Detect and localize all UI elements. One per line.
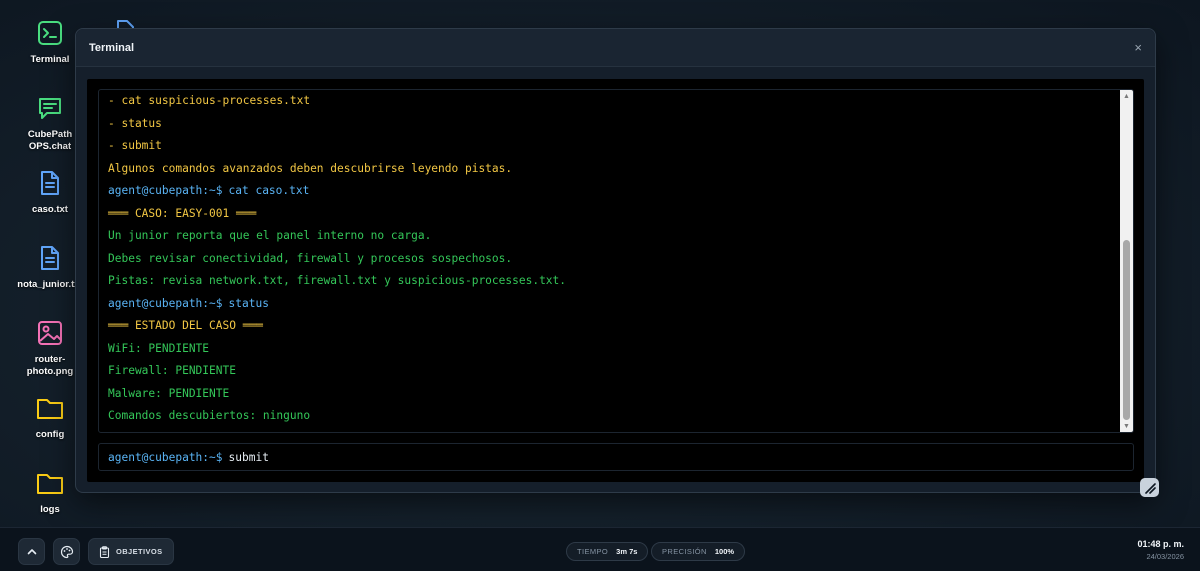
terminal-line: ═══ ESTADO DEL CASO ═══	[108, 319, 263, 332]
objectives-label: OBJETIVOS	[116, 547, 163, 556]
terminal-line: Firewall: PENDIENTE	[108, 364, 236, 377]
chevron-up-icon	[27, 548, 36, 554]
desktop-icon-label: router-photo.png	[26, 354, 74, 377]
terminal-line: agent@cubepath:~$ cat caso.txt	[108, 183, 1133, 206]
line-command: cat caso.txt	[228, 184, 310, 197]
terminal-body: - cat suspicious-processes.txt - status - …	[87, 79, 1144, 482]
line-prompt: agent@cubepath:~$	[108, 296, 223, 310]
terminal-line: Comandos descubiertos: ninguno	[108, 409, 311, 422]
time-value: 3m 7s	[616, 547, 638, 556]
terminal-lines: - cat suspicious-processes.txt - status - …	[99, 90, 1133, 431]
chevron-up-button[interactable]	[18, 538, 45, 565]
terminal-line: ═══ CASO: EASY-001 ═══	[108, 206, 257, 220]
precision-label: PRECISIÓN	[662, 547, 707, 556]
precision-value: 100%	[714, 547, 735, 556]
precision-pill: PRECISIÓN 100%	[651, 542, 746, 561]
desktop-icon-label: logs	[40, 504, 60, 515]
resize-handle-icon[interactable]	[1140, 478, 1159, 497]
folder-icon	[35, 393, 65, 423]
scroll-down-icon[interactable]: ▼	[1120, 420, 1133, 432]
file-icon	[35, 168, 65, 198]
terminal-line: Debes revisar conectividad, firewall y p…	[108, 251, 513, 265]
objectives-button[interactable]: OBJETIVOS	[88, 538, 174, 565]
terminal-line: Algunos comandos avanzados deben descubr…	[108, 161, 513, 175]
scrollbar-thumb[interactable]	[1123, 240, 1130, 420]
time-label: TIEMPO	[577, 547, 609, 556]
clock-time: 01:48 p. m.	[1137, 539, 1184, 549]
file-icon	[35, 243, 65, 273]
window-titlebar[interactable]: Terminal ×	[76, 29, 1155, 67]
terminal-line: Malware: PENDIENTE	[108, 386, 230, 400]
scroll-up-icon[interactable]: ▲	[1120, 90, 1133, 102]
terminal-line: WiFi: PENDIENTE	[108, 341, 210, 355]
taskbar: OBJETIVOS TIEMPO 3m 7s PRECISIÓN 100% 01…	[0, 527, 1200, 571]
terminal-output: - cat suspicious-processes.txt - status - …	[98, 89, 1134, 433]
line-command: status	[228, 296, 269, 310]
terminal-line: - submit	[108, 139, 162, 152]
time-pill: TIEMPO 3m 7s	[566, 542, 649, 561]
terminal-input[interactable]: agent@cubepath:~$ submit	[98, 443, 1134, 471]
desktop-icon-label: CubePath OPS.chat	[27, 129, 73, 152]
terminal-window: Terminal × - cat suspicious-processes.tx…	[75, 28, 1156, 493]
vertical-scrollbar[interactable]: ▲ ▼	[1120, 90, 1133, 432]
terminal-line: agent@cubepath:~$ status	[108, 296, 1133, 319]
folder-icon	[35, 468, 65, 498]
terminal-line: Un junior reporta que el panel interno n…	[108, 229, 432, 242]
terminal-line: Pistas: revisa network.txt, firewall.txt…	[108, 274, 567, 287]
clipboard-icon	[99, 545, 110, 558]
theme-button[interactable]	[53, 538, 80, 565]
window-title: Terminal	[89, 41, 135, 54]
close-icon[interactable]: ×	[1134, 41, 1142, 54]
input-value[interactable]: submit	[229, 451, 269, 464]
chat-icon	[35, 93, 65, 123]
system-clock[interactable]: 01:48 p. m. 24/03/2026	[1137, 539, 1184, 561]
clock-date: 24/03/2026	[1146, 552, 1184, 561]
terminal-line: - status	[108, 116, 162, 130]
line-prompt: agent@cubepath:~$	[108, 184, 223, 197]
terminal-line: - cat suspicious-processes.txt	[108, 94, 311, 107]
terminal-icon	[35, 18, 65, 48]
palette-icon	[60, 545, 73, 558]
image-icon	[35, 318, 65, 348]
input-prompt: agent@cubepath:~$	[108, 450, 223, 464]
